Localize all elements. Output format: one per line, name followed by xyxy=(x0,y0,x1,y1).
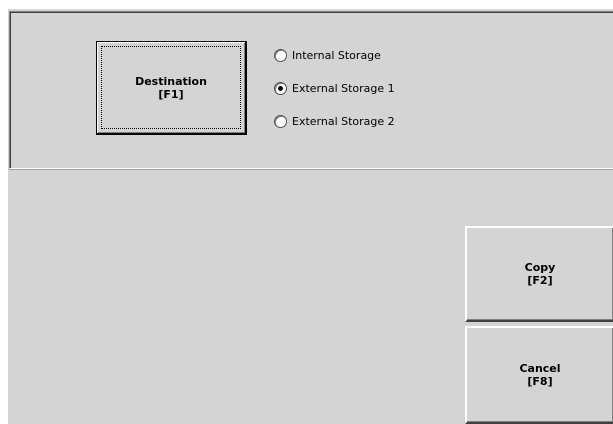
radio-dot-icon xyxy=(278,85,283,91)
copy-dialog: Destination [F1] Internal Storage Extern… xyxy=(8,9,613,424)
cancel-button[interactable]: Cancel [F8] xyxy=(465,326,613,424)
radio-label: External Storage 2 xyxy=(292,114,395,128)
radio-external-storage-1[interactable]: External Storage 1 xyxy=(274,80,395,96)
radio-label: Internal Storage xyxy=(292,48,381,62)
radio-internal-storage[interactable]: Internal Storage xyxy=(274,47,395,63)
copy-button[interactable]: Copy [F2] xyxy=(465,226,613,322)
radio-button-icon[interactable] xyxy=(274,114,287,128)
copy-button-key: [F2] xyxy=(527,274,553,287)
focus-ring xyxy=(101,46,241,129)
radio-button-selected-icon[interactable] xyxy=(274,81,287,95)
destination-panel: Destination [F1] Internal Storage Extern… xyxy=(9,11,613,169)
cancel-button-label: Cancel xyxy=(519,362,561,375)
radio-label: External Storage 1 xyxy=(292,81,395,95)
radio-button-icon[interactable] xyxy=(274,48,287,62)
destination-button[interactable]: Destination [F1] xyxy=(96,41,247,135)
storage-radio-group: Internal Storage External Storage 1 Exte… xyxy=(274,47,395,146)
cancel-button-key: [F8] xyxy=(527,375,553,388)
copy-button-label: Copy xyxy=(524,261,556,274)
radio-external-storage-2[interactable]: External Storage 2 xyxy=(274,113,395,129)
